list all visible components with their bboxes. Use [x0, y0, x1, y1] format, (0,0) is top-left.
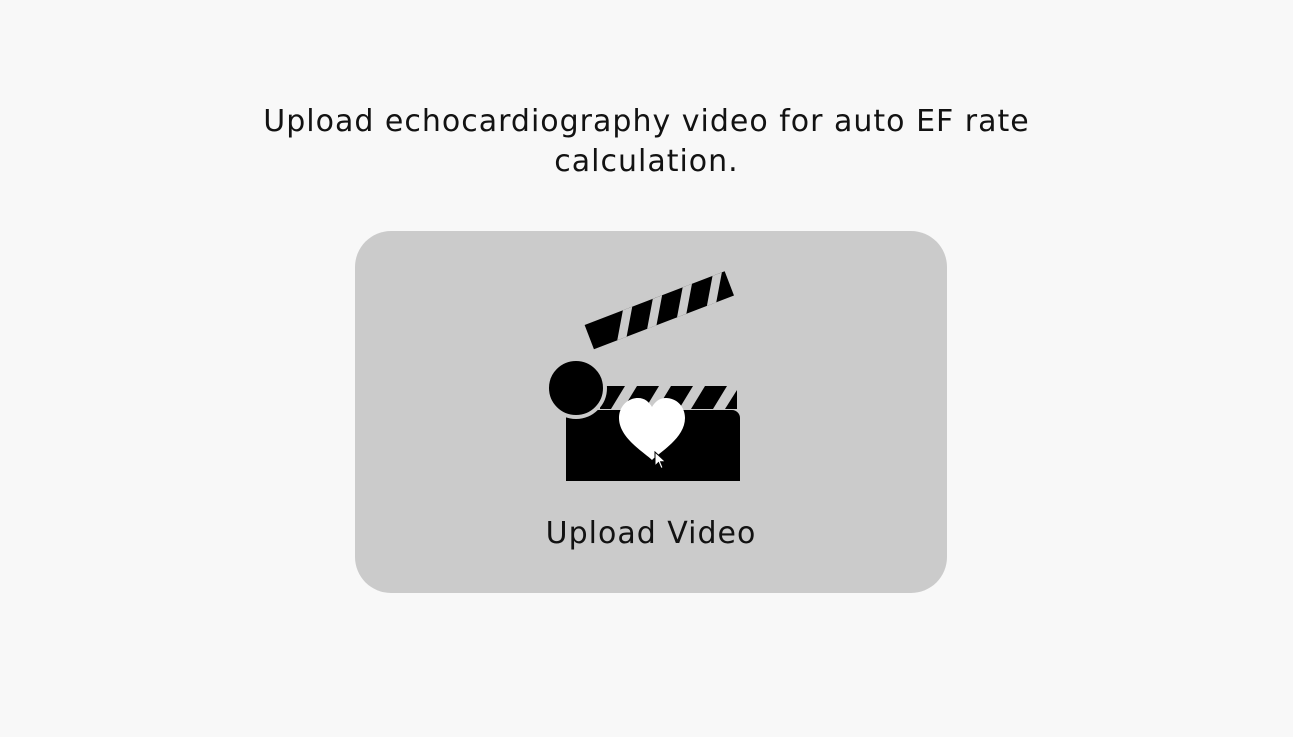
- mouse-cursor-icon: [654, 451, 667, 470]
- upload-video-button[interactable]: Upload Video: [355, 231, 947, 593]
- page-title: Upload echocardiography video for auto E…: [0, 102, 1293, 182]
- clapperboard-heart-icon: [545, 271, 740, 481]
- page-title-text: Upload echocardiography video for auto E…: [263, 104, 1030, 180]
- upload-video-label: Upload Video: [545, 516, 757, 551]
- upload-page: Upload echocardiography video for auto E…: [0, 0, 1293, 737]
